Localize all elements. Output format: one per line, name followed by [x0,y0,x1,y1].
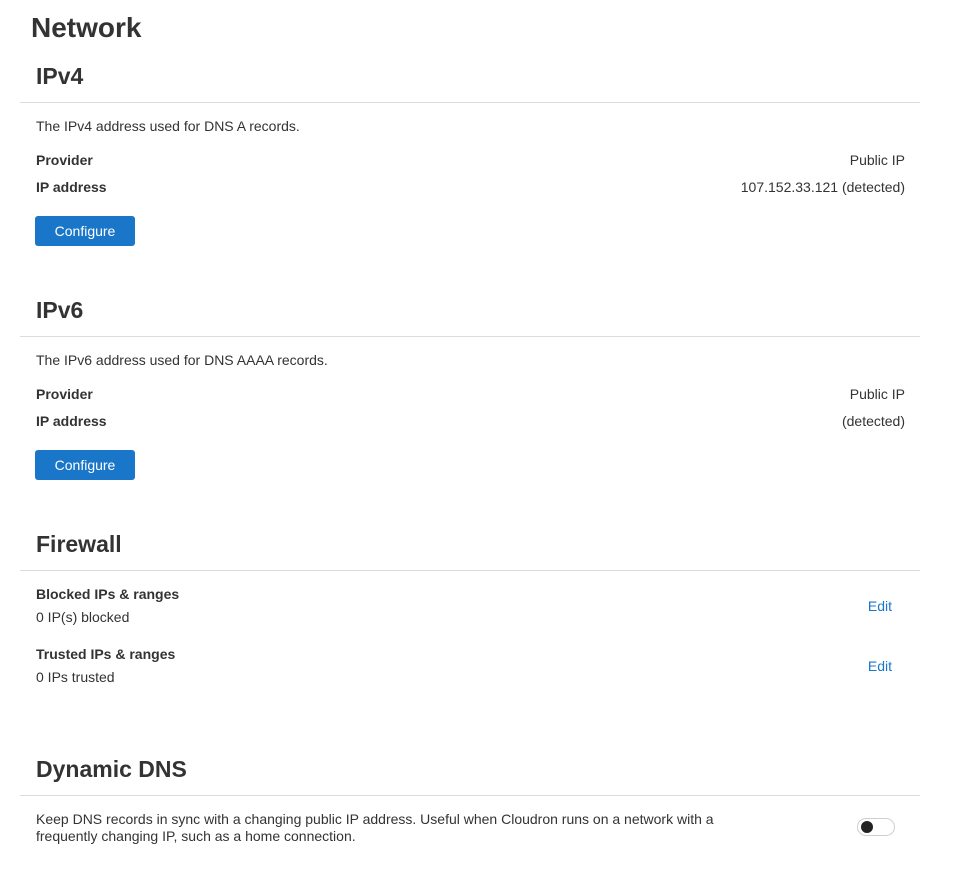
ipv4-provider-label: Provider [36,152,93,168]
ipv6-description: The IPv6 address used for DNS AAAA recor… [36,352,328,368]
dynamic-dns-section-title: Dynamic DNS [36,756,187,782]
ipv6-divider [20,336,920,337]
ipv4-divider [20,102,920,103]
ipv6-provider-label: Provider [36,386,93,402]
ipv4-provider-value: Public IP [849,152,905,168]
ipv4-ip-label: IP address [36,179,107,195]
page-title: Network [31,12,142,43]
blocked-ips-edit-link[interactable]: Edit [868,598,892,614]
toggle-knob [861,821,873,833]
trusted-ips-value: 0 IPs trusted [36,669,115,685]
dynamic-dns-toggle[interactable] [857,818,895,836]
ipv6-provider-value: Public IP [849,386,905,402]
ipv6-section-title: IPv6 [36,297,84,323]
ipv4-description: The IPv4 address used for DNS A records. [36,118,300,134]
ipv6-ip-label: IP address [36,413,107,429]
firewall-section-title: Firewall [36,531,122,557]
ipv4-ip-value: 107.152.33.121 (detected) [740,179,905,195]
firewall-divider [20,570,920,571]
blocked-ips-label: Blocked IPs & ranges [36,586,180,602]
ipv6-ip-value: (detected) [841,413,905,429]
dynamic-dns-divider [20,795,920,796]
ipv4-section-title: IPv4 [36,63,84,89]
ipv4-configure-button[interactable]: Configure [35,216,135,246]
trusted-ips-label: Trusted IPs & ranges [36,646,176,662]
dynamic-dns-description: Keep DNS records in sync with a changing… [36,811,714,844]
blocked-ips-value: 0 IP(s) blocked [36,609,130,625]
ipv6-configure-button[interactable]: Configure [35,450,135,480]
trusted-ips-edit-link[interactable]: Edit [868,658,892,674]
